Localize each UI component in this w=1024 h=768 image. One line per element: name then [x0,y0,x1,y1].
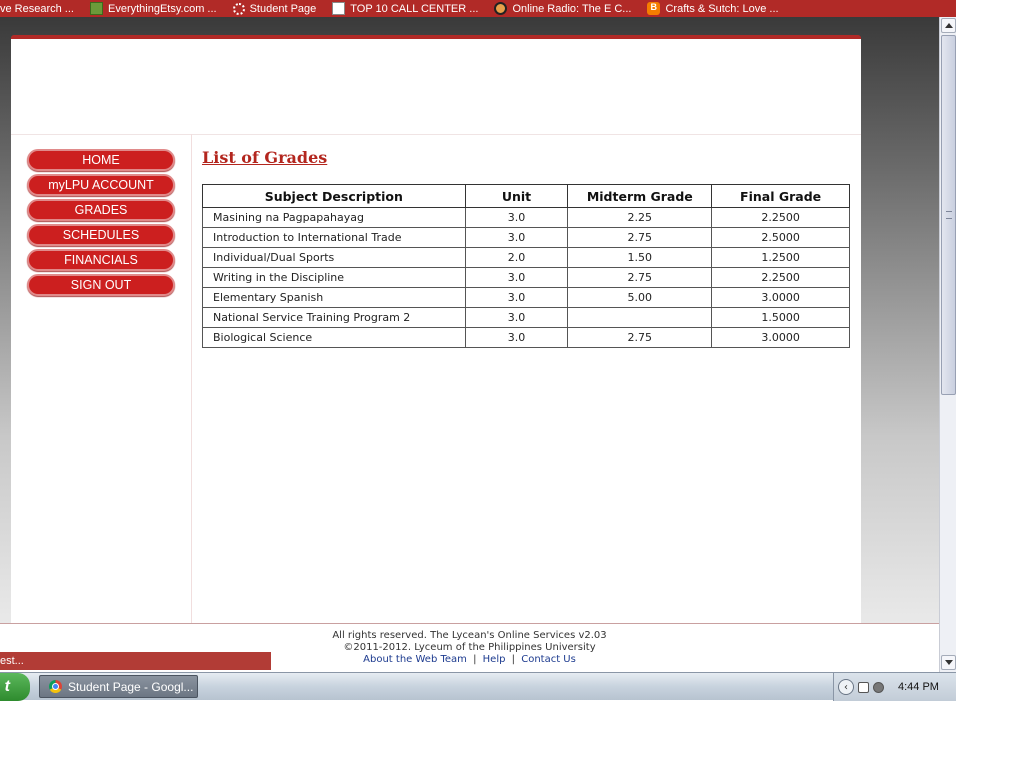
midterm-cell: 1.50 [567,247,713,268]
clock[interactable]: 4:44 PM [898,681,939,693]
arrow-down-icon [944,660,953,665]
bookmark-everythingetsy[interactable]: EverythingEtsy.com ... [89,2,217,15]
bookmark-online-radio[interactable]: Online Radio: The E C... [494,2,631,15]
bookmark-research[interactable]: ve Research ... [0,3,74,15]
table-row: Individual/Dual Sports 2.0 1.50 1.2500 [202,247,850,268]
blogger-icon [647,2,661,15]
about-web-team-link[interactable]: About the Web Team [363,654,467,665]
midterm-cell: 2.75 [567,267,713,288]
leaf-icon [89,2,103,15]
nav-schedules-button[interactable]: SCHEDULES [27,224,175,246]
loading-icon [232,2,245,15]
table-row: Writing in the Discipline 3.0 2.75 2.250… [202,267,850,288]
final-cell: 1.2500 [711,247,850,268]
sidebar: HOME myLPU ACCOUNT GRADES SCHEDULES FINA… [11,134,192,639]
midterm-cell: 2.25 [567,207,713,228]
unit-cell: 3.0 [464,307,569,328]
final-cell: 3.0000 [711,327,850,348]
column-header-final: Final Grade [711,184,850,208]
footer-copyright-line: All rights reserved. The Lycean's Online… [332,630,607,641]
tray-app-icon[interactable] [858,681,869,693]
subject-cell: Individual/Dual Sports [202,247,466,268]
column-header-midterm: Midterm Grade [567,184,713,208]
taskbar-item-label: Student Page - Googl... [68,679,194,694]
tray-status-icon[interactable] [873,681,884,693]
bookmark-label: Online Radio: The E C... [512,2,632,15]
unit-cell: 3.0 [464,327,569,348]
bookmark-label: Crafts & Sutch: Love ... [665,2,779,15]
notification-bar[interactable]: est... [0,652,271,670]
midterm-cell: 2.75 [567,327,713,348]
help-link[interactable]: Help [483,654,506,665]
bookmark-crafts-sutch[interactable]: Crafts & Sutch: Love ... [647,2,779,15]
nav-home-button[interactable]: HOME [27,149,175,171]
bookmark-label: EverythingEtsy.com ... [107,2,217,15]
nav-grades-button[interactable]: GRADES [27,199,175,221]
table-row: Biological Science 3.0 2.75 3.0000 [202,327,850,348]
bookmark-label: ve Research ... [0,2,74,15]
final-cell: 2.2500 [711,267,850,288]
unit-cell: 2.0 [464,247,569,268]
vertical-scrollbar[interactable] [939,17,956,672]
table-row: Elementary Spanish 3.0 5.00 3.0000 [202,287,850,308]
footer-separator: | [511,654,516,665]
table-header-row: Subject Description Unit Midterm Grade F… [202,184,850,208]
midterm-cell: 2.75 [567,227,713,248]
bookmark-label: TOP 10 CALL CENTER ... [350,2,479,15]
scroll-down-button[interactable] [941,655,956,670]
notification-label: est... [0,655,24,667]
table-row: National Service Training Program 2 3.0 … [202,307,850,328]
subject-cell: Introduction to International Trade [202,227,466,248]
bookmark-call-center[interactable]: TOP 10 CALL CENTER ... [332,2,478,15]
unit-cell: 3.0 [464,267,569,288]
start-button[interactable]: t [0,673,30,701]
unit-cell: 3.0 [464,227,569,248]
taskbar: t Student Page - Googl... ‹ 4:44 PM [0,672,956,701]
scroll-up-button[interactable] [941,18,956,33]
subject-cell: Biological Science [202,327,466,348]
radio-icon [494,2,508,15]
contact-us-link[interactable]: Contact Us [521,654,576,665]
bookmarks-bar: ve Research ... EverythingEtsy.com ... S… [0,0,956,17]
subject-cell: Elementary Spanish [202,287,466,308]
bookmark-student-page[interactable]: Student Page [232,2,317,15]
chevron-left-icon[interactable]: ‹ [838,679,854,695]
nav-financials-button[interactable]: FINANCIALS [27,249,175,271]
final-cell: 3.0000 [711,287,850,308]
subject-cell: Masining na Pagpapahayag [202,207,466,228]
final-cell: 2.2500 [711,207,850,228]
taskbar-item-student-page[interactable]: Student Page - Googl... [39,675,198,698]
browser-viewport: HOME myLPU ACCOUNT GRADES SCHEDULES FINA… [0,17,939,672]
column-header-subject: Subject Description [202,184,466,208]
page-header [11,39,861,135]
page-title[interactable]: List of Grades [202,148,327,167]
final-cell: 1.5000 [711,307,850,328]
subject-cell: Writing in the Discipline [202,267,466,288]
grades-table: Subject Description Unit Midterm Grade F… [202,184,850,348]
nav-sign-out-button[interactable]: SIGN OUT [27,274,175,296]
scrollbar-thumb[interactable] [941,35,956,395]
table-row: Masining na Pagpapahayag 3.0 2.25 2.2500 [202,207,850,228]
final-cell: 2.5000 [711,227,850,248]
page-container: HOME myLPU ACCOUNT GRADES SCHEDULES FINA… [11,35,861,639]
chrome-icon [49,680,62,693]
subject-cell: National Service Training Program 2 [202,307,466,328]
footer-separator: | [473,654,477,665]
table-row: Introduction to International Trade 3.0 … [202,227,850,248]
unit-cell: 3.0 [464,207,569,228]
arrow-up-icon [944,23,953,28]
system-tray: ‹ 4:44 PM [833,673,956,701]
unit-cell: 3.0 [464,287,569,308]
bookmark-label: Student Page [249,2,317,15]
column-header-unit: Unit [464,184,569,208]
nav-mylpu-account-button[interactable]: myLPU ACCOUNT [27,174,175,196]
midterm-cell: 5.00 [567,287,713,308]
midterm-cell [567,307,713,328]
page-icon [332,2,346,15]
